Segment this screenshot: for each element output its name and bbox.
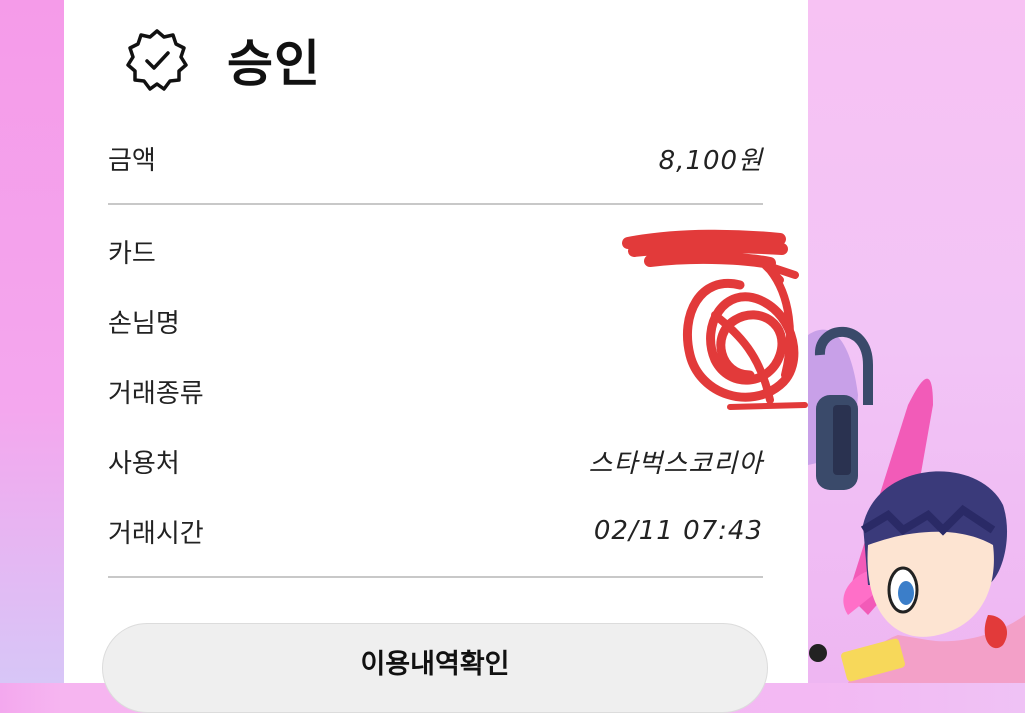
redaction-scribble <box>622 229 808 410</box>
character-illustration <box>808 326 1025 683</box>
view-usage-history-label: 이용내역확인 <box>360 649 510 680</box>
view-usage-history-button[interactable]: 이용내역확인 <box>102 623 768 713</box>
amount-row: 금액 8,100원 <box>108 138 763 178</box>
amount-label: 금액 <box>108 145 156 176</box>
background-left <box>0 0 64 683</box>
customer-name-label: 손님명 <box>108 308 180 339</box>
transaction-time-value: 02/11 07:43 <box>593 516 763 546</box>
divider-top <box>108 203 763 205</box>
divider-bottom <box>108 576 763 578</box>
merchant-row: 사용처 스타벅스코리아 <box>108 441 763 481</box>
transaction-time-label: 거래시간 <box>108 518 204 549</box>
transaction-time-row: 거래시간 02/11 07:43 <box>108 511 763 551</box>
approval-header: 승인 <box>124 28 321 93</box>
transaction-type-label: 거래종류 <box>108 378 204 409</box>
merchant-value: 스타벅스코리아 <box>588 448 763 479</box>
page-title: 승인 <box>227 35 321 93</box>
amount-value: 8,100원 <box>658 145 763 176</box>
card-label: 카드 <box>108 238 156 269</box>
merchant-label: 사용처 <box>108 448 180 479</box>
check-badge-icon <box>126 29 188 91</box>
